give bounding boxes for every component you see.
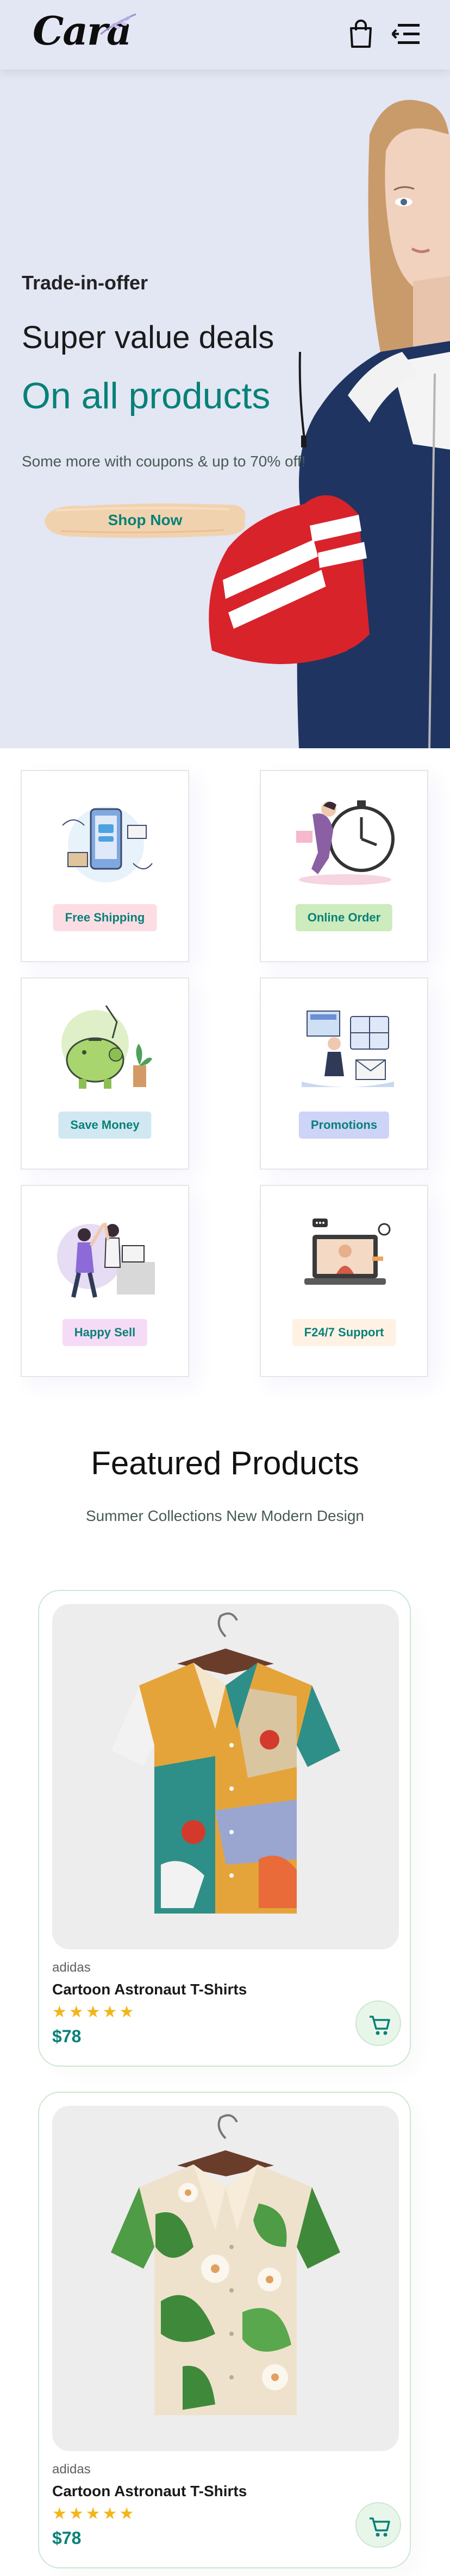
feature-label: Free Shipping (53, 904, 157, 931)
phone-delivery-icon (62, 806, 153, 882)
add-to-cart-button[interactable] (355, 2000, 401, 2046)
hero-eyebrow: Trade-in-offer (22, 272, 148, 294)
featured-products-subtitle: Summer Collections New Modern Design (86, 1507, 364, 1524)
feature-label: Happy Sell (62, 1319, 148, 1346)
star-rating: ★★★★★ (52, 2003, 136, 2021)
cart-icon (370, 2517, 390, 2537)
product-card[interactable]: adidas Cartoon Astronaut T-Shirts ★★★★★ … (38, 1590, 411, 2067)
shop-now-label: Shop Now (108, 512, 183, 528)
feature-label: Save Money (58, 1112, 152, 1139)
feature-free-shipping[interactable]: Free Shipping (21, 770, 189, 962)
feature-online-order[interactable]: Online Order (260, 770, 428, 962)
piggy-bank-icon (61, 1005, 152, 1089)
stopwatch-order-icon (296, 800, 395, 885)
feature-save-money[interactable]: Save Money (21, 977, 189, 1170)
feature-label: Online Order (295, 904, 393, 931)
feature-happy-sell[interactable]: Happy Sell (21, 1185, 189, 1377)
product-price: $78 (52, 2528, 82, 2548)
site-header: Cara (0, 0, 450, 70)
product-brand: adidas (52, 2462, 91, 2477)
product-name[interactable]: Cartoon Astronaut T-Shirts (52, 1981, 247, 1998)
product-card[interactable]: adidas Cartoon Astronaut T-Shirts ★★★★★ … (38, 2092, 411, 2568)
star-rating: ★★★★★ (52, 2505, 136, 2523)
shopping-bag-icon[interactable] (348, 20, 374, 49)
hero-highlight: On all products (22, 375, 271, 416)
hero-section: Trade-in-offer Super value deals On all … (0, 70, 450, 748)
feature-promotions[interactable]: Promotions (260, 977, 428, 1170)
product-image[interactable] (52, 1604, 399, 1949)
promotion-board-icon (302, 1011, 394, 1087)
laptop-support-icon (304, 1218, 391, 1285)
featured-products-title: Featured Products (91, 1445, 359, 1481)
product-name[interactable]: Cartoon Astronaut T-Shirts (52, 2483, 247, 2500)
add-to-cart-button[interactable] (355, 2502, 401, 2548)
shirt-image (111, 1612, 340, 1914)
feature-label: Promotions (298, 1112, 390, 1139)
shirt-image (111, 2114, 340, 2415)
shop-now-button[interactable]: Shop Now (39, 498, 251, 542)
cart-icon (370, 2016, 390, 2035)
high-five-icon (57, 1222, 155, 1298)
product-brand: adidas (52, 1960, 91, 1975)
product-image[interactable] (52, 2106, 399, 2451)
hero-subtext: Some more with coupons & up to 70% off! (22, 453, 306, 470)
feature-label: F24/7 Support (292, 1319, 396, 1346)
product-price: $78 (52, 2026, 82, 2046)
menu-collapse-icon[interactable] (390, 21, 421, 48)
hero-headline: Super value deals (22, 320, 274, 355)
feature-support[interactable]: F24/7 Support (260, 1185, 428, 1377)
lavender-leaf-icon (100, 13, 136, 35)
